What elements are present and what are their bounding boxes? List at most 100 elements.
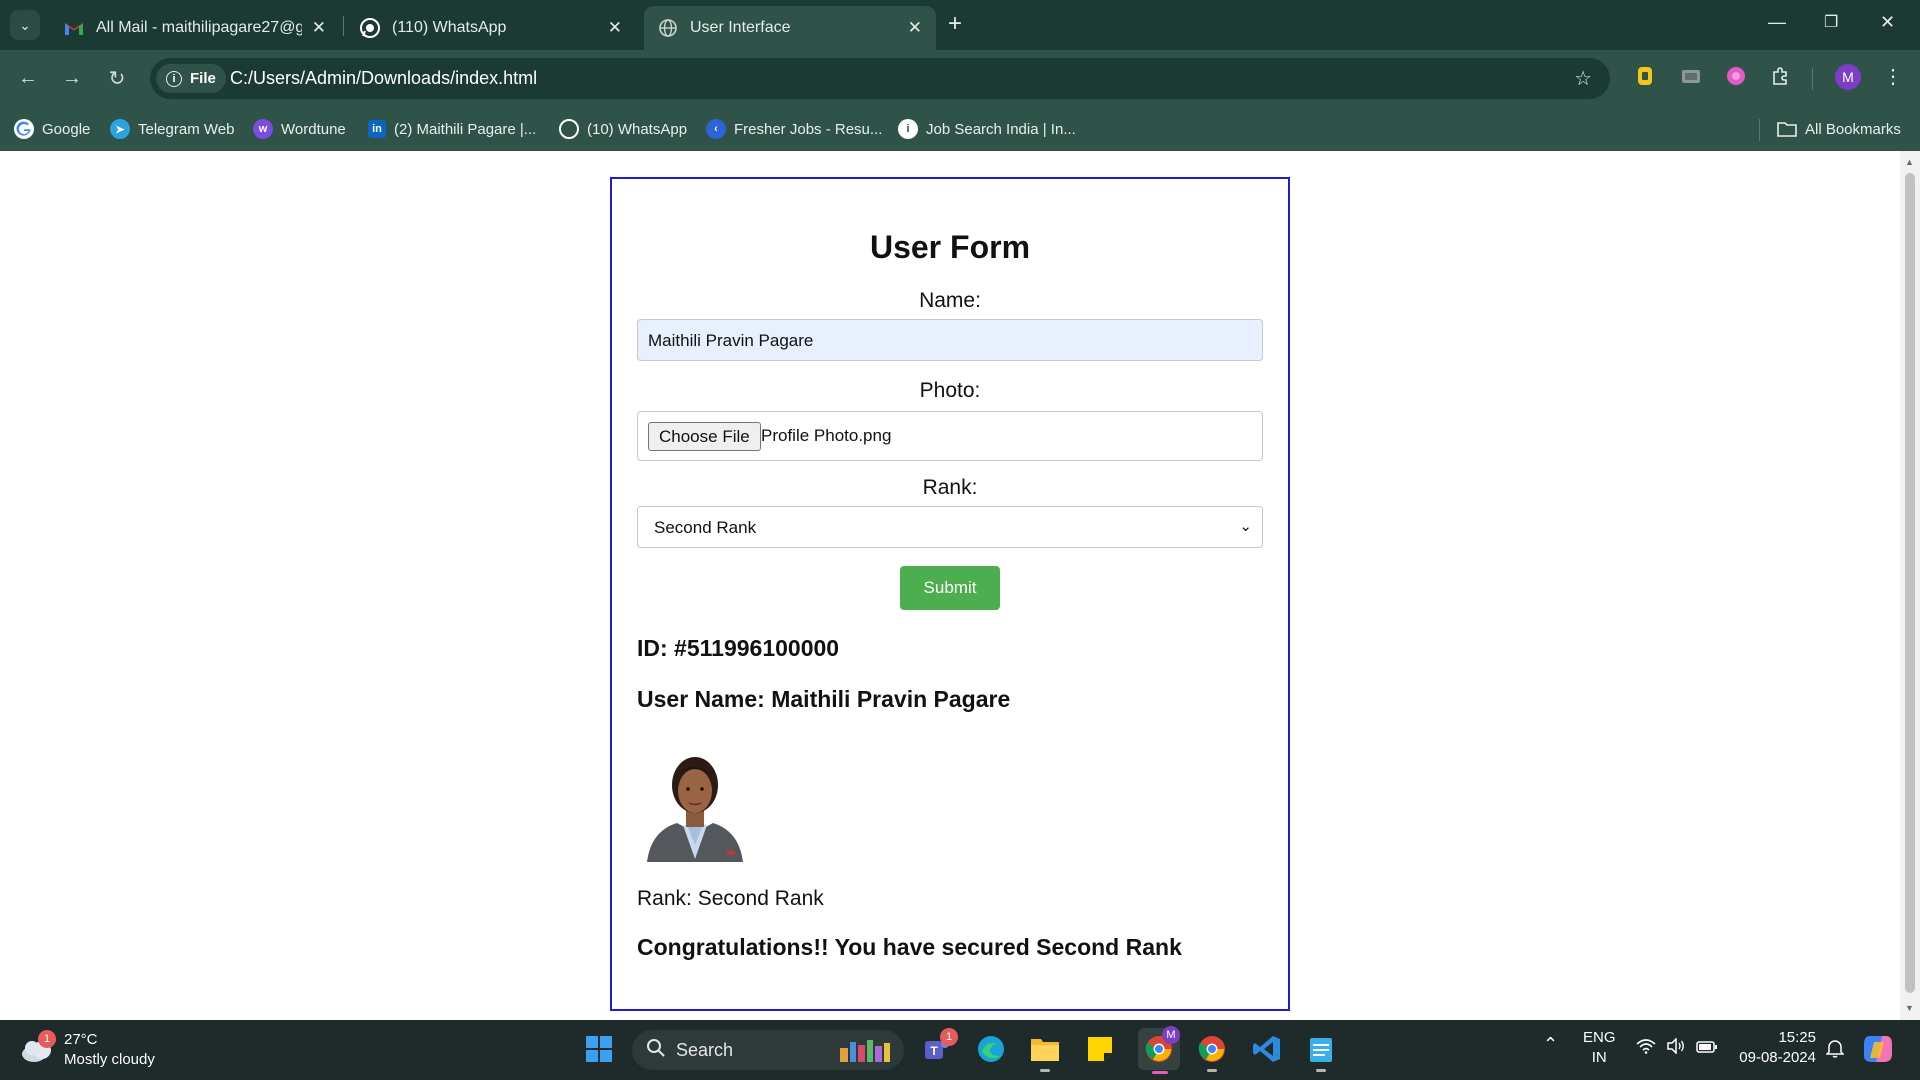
all-bookmarks-label: All Bookmarks <box>1805 120 1901 138</box>
bookmarks-bar: Google ➤ Telegram Web w Wordtune in (2) … <box>0 107 1920 151</box>
clock[interactable]: 15:25 09-08-2024 <box>1736 1028 1816 1068</box>
info-icon: i <box>166 70 182 87</box>
bookmark-label: Google <box>42 120 91 138</box>
minimize-button[interactable]: — <box>1768 12 1786 33</box>
new-tab-button[interactable]: + <box>948 12 962 36</box>
all-bookmarks-button[interactable]: All Bookmarks <box>1777 117 1901 141</box>
bookmark-whatsapp[interactable]: (10) WhatsApp <box>559 117 687 141</box>
bookmark-fresher-jobs[interactable]: ‹ Fresher Jobs - Resu... <box>706 117 882 141</box>
notepad-app[interactable] <box>1304 1032 1338 1072</box>
puzzle-icon[interactable] <box>1770 65 1792 87</box>
restore-button[interactable]: ❐ <box>1824 12 1838 32</box>
edge-app[interactable] <box>974 1032 1008 1066</box>
rank-result-text: Rank: Second Rank <box>637 887 824 910</box>
star-icon[interactable]: ☆ <box>1574 66 1592 91</box>
site-chip-label: File <box>190 70 216 87</box>
chrome-second-profile-app[interactable] <box>1195 1032 1229 1072</box>
notifications-button[interactable] <box>1825 1038 1845 1064</box>
chrome-profile-badge: M <box>1162 1026 1180 1044</box>
windows-icon <box>586 1036 612 1062</box>
bookmark-job-search[interactable]: i Job Search India | In... <box>898 117 1076 141</box>
url-text[interactable]: C:/Users/Admin/Downloads/index.html <box>230 68 537 89</box>
more-menu-icon[interactable]: ⋮ <box>1882 65 1904 88</box>
arrow-left-icon: ← <box>18 66 38 89</box>
bookmark-telegram[interactable]: ➤ Telegram Web <box>110 117 234 141</box>
copilot-button[interactable] <box>1862 1034 1894 1070</box>
running-indicator <box>1316 1069 1326 1072</box>
scroll-up-icon[interactable]: ▲ <box>1905 157 1914 167</box>
browser-toolbar: ← → ↻ i File C:/Users/Admin/Downloads/in… <box>0 50 1920 107</box>
submit-button[interactable]: Submit <box>900 566 1000 610</box>
vertical-scrollbar[interactable]: ▲ ▼ <box>1900 151 1920 1020</box>
bookmark-label: Wordtune <box>281 120 346 138</box>
rank-select-value: Second Rank <box>654 518 757 537</box>
taskbar-search[interactable]: Search <box>632 1030 904 1070</box>
name-input[interactable]: Maithili Pravin Pagare <box>637 319 1263 361</box>
telegram-icon: ➤ <box>110 119 130 139</box>
sticky-notes-app[interactable] <box>1083 1032 1117 1066</box>
language-top: ENG <box>1583 1029 1616 1046</box>
whatsapp-icon <box>559 119 579 139</box>
quick-settings[interactable] <box>1636 1037 1718 1060</box>
weather-badge: 1 <box>38 1030 56 1048</box>
chevron-down-icon: ⌄ <box>1239 518 1252 535</box>
user-id-heading: ID: #511996100000 <box>637 635 840 661</box>
site-info-chip[interactable]: i File <box>156 64 226 93</box>
choose-file-button[interactable]: Choose File <box>648 422 761 451</box>
tab-whatsapp[interactable]: (110) WhatsApp ✕ <box>346 6 636 50</box>
weather-desc: Mostly cloudy <box>64 1051 155 1068</box>
bookmark-label: Telegram Web <box>138 120 235 138</box>
arrow-right-icon: → <box>62 66 82 89</box>
plus-icon: + <box>948 10 963 37</box>
rank-select[interactable]: Second Rank ⌄ <box>637 506 1263 548</box>
rank-label: Rank: <box>922 476 978 499</box>
notepad-icon <box>1310 1038 1332 1062</box>
vscode-app[interactable] <box>1250 1032 1284 1066</box>
user-name-heading: User Name: Maithili Pravin Pagare <box>637 686 1011 712</box>
scrollbar-thumb[interactable] <box>1905 173 1915 993</box>
folder-icon <box>1031 1039 1059 1061</box>
close-icon[interactable]: ✕ <box>312 18 326 38</box>
chrome-icon <box>1198 1036 1225 1062</box>
language-indicator[interactable]: ENG IN <box>1583 1028 1616 1068</box>
extension-yellow-icon[interactable] <box>1634 65 1656 87</box>
show-hidden-icons-button[interactable]: ⌃ <box>1543 1034 1558 1054</box>
reload-button[interactable]: ↻ <box>103 64 131 92</box>
back-button[interactable]: ← <box>14 64 42 92</box>
close-window-button[interactable]: ✕ <box>1880 12 1895 33</box>
tab-title: User Interface <box>690 19 791 36</box>
volume-icon <box>1666 1037 1690 1058</box>
tab-gmail[interactable]: All Mail - maithilipagare27@gm ✕ <box>50 6 340 50</box>
photo-file-input[interactable]: Choose File Profile Photo.png <box>637 411 1263 461</box>
extension-pink-icon[interactable] <box>1725 65 1747 87</box>
weather-widget[interactable]: 1 27°C Mostly cloudy <box>20 1030 155 1070</box>
reload-icon: ↻ <box>108 67 126 90</box>
svg-text:T: T <box>930 1044 938 1058</box>
start-button[interactable] <box>582 1032 616 1066</box>
forward-button[interactable]: → <box>58 64 86 92</box>
close-icon[interactable]: ✕ <box>908 18 922 38</box>
bookmark-linkedin[interactable]: in (2) Maithili Pagare |... <box>368 117 536 141</box>
extension-folder-icon[interactable] <box>1680 65 1702 87</box>
tab-search-button[interactable]: ⌄ <box>10 10 40 40</box>
tab-title: All Mail - maithilipagare27@gm <box>96 19 302 36</box>
tab-user-interface[interactable]: User Interface ✕ <box>644 6 936 50</box>
bookmark-label: Job Search India | In... <box>926 120 1076 138</box>
bookmark-google[interactable]: Google <box>14 117 90 141</box>
tab-title: (110) WhatsApp <box>392 19 507 36</box>
battery-icon <box>1696 1041 1718 1058</box>
address-bar[interactable]: i File C:/Users/Admin/Downloads/index.ht… <box>150 58 1610 99</box>
scroll-down-icon[interactable]: ▼ <box>1905 1003 1914 1013</box>
bookmark-wordtune[interactable]: w Wordtune <box>253 117 346 141</box>
chevron-down-icon: ⌄ <box>19 16 31 33</box>
close-icon[interactable]: ✕ <box>608 18 622 38</box>
teams-app[interactable]: T 1 <box>920 1028 958 1066</box>
running-indicator <box>1207 1069 1217 1072</box>
profile-avatar[interactable]: M <box>1835 64 1861 90</box>
weather-text: 27°C Mostly cloudy <box>64 1030 155 1070</box>
language-bottom: IN <box>1591 1049 1607 1066</box>
chrome-app-active[interactable]: M <box>1138 1026 1180 1074</box>
file-explorer-app[interactable] <box>1028 1032 1062 1072</box>
search-label: Search <box>676 1039 734 1060</box>
job-search-icon: i <box>898 119 918 139</box>
